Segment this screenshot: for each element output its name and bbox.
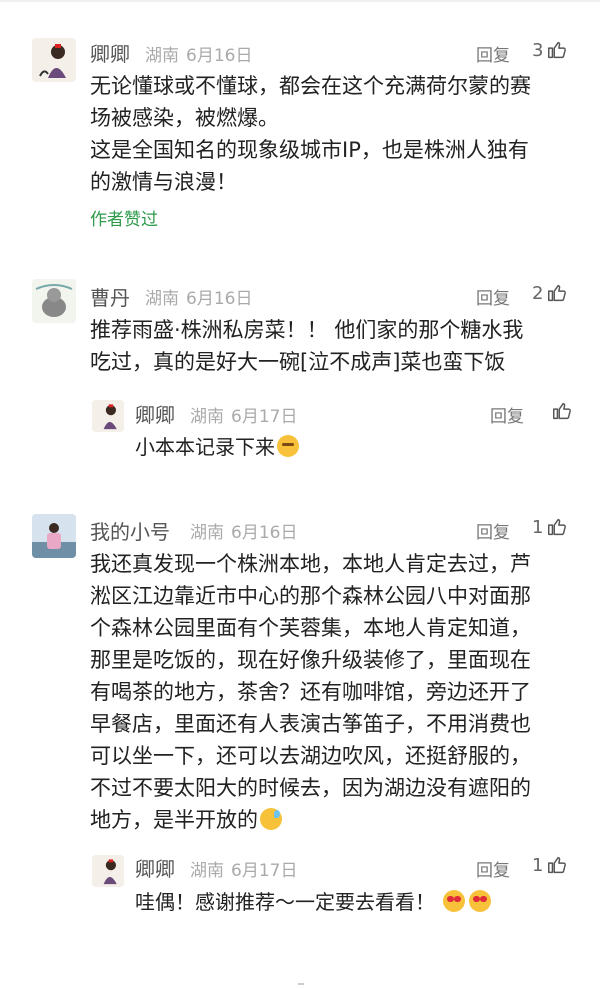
avatar[interactable] — [32, 38, 76, 82]
reply-text: 小本本记录下来 — [135, 431, 575, 463]
text-line: 我还真发现一个株洲本地，本地人肯定去过，芦 — [90, 552, 531, 576]
text-line: 场被感染，被燃爆。 — [90, 106, 279, 130]
reply-user-name[interactable]: 卿卿 — [135, 399, 175, 428]
scroll-indicator — [298, 983, 304, 985]
text-line: 推荐雨盛·株洲私房菜！！ 他们家的那个糖水我 — [90, 318, 524, 342]
avatar[interactable] — [92, 855, 124, 887]
like-count: 3 — [532, 39, 544, 61]
text-line: 早餐店，里面还有人表演古筝笛子，不用消费也 — [90, 712, 531, 736]
reply-date: 6月17日 — [231, 407, 298, 427]
like-button[interactable]: 2 — [532, 282, 568, 304]
like-count: 1 — [532, 854, 544, 876]
user-name[interactable]: 我的小号 — [90, 516, 170, 545]
thumbs-up-icon — [548, 41, 567, 59]
text-line: 个森林公园里面有个芙蓉集，本地人肯定知道， — [90, 616, 531, 640]
thumbs-up-icon — [553, 402, 571, 420]
comment-region: 湖南 — [145, 46, 179, 66]
like-button[interactable]: 3 — [532, 39, 568, 61]
reply-text-content: 小本本记录下来 — [135, 435, 275, 459]
reply-button[interactable]: 回复 — [476, 41, 510, 66]
comment-region: 湖南 — [145, 289, 179, 309]
comment-region: 湖南 — [190, 523, 224, 543]
comment-date: 6月16日 — [186, 46, 253, 66]
heart-eyes-face-icon — [469, 890, 491, 912]
comment-text: 推荐雨盛·株洲私房菜！！ 他们家的那个糖水我 吃过，真的是好大一碗[泣不成声]菜… — [90, 314, 580, 378]
reply-button[interactable]: 回复 — [476, 284, 510, 309]
thumbs-up-icon — [548, 518, 567, 536]
top-divider — [0, 0, 600, 2]
avatar[interactable] — [92, 400, 124, 432]
text-line: 不过不要太阳大的时候去，因为湖边没有遮阳的 — [90, 776, 531, 800]
like-button[interactable] — [548, 400, 573, 422]
comment-text: 无论懂球或不懂球，都会在这个充满荷尔蒙的赛 场被感染，被燃爆。 这是全国知名的现… — [90, 70, 580, 198]
thumbs-up-icon — [548, 856, 567, 874]
reply-button[interactable]: 回复 — [476, 518, 510, 543]
reply-region: 湖南 — [190, 861, 224, 881]
reply-user-name[interactable]: 卿卿 — [135, 853, 175, 882]
user-name[interactable]: 卿卿 — [90, 38, 130, 67]
reply-button[interactable]: 回复 — [490, 402, 524, 427]
like-button[interactable]: 1 — [532, 516, 568, 538]
text-line: 这是全国知名的现象级城市IP，也是株洲人独有 — [90, 138, 529, 162]
reply-button[interactable]: 回复 — [476, 856, 510, 881]
reply-date: 6月17日 — [231, 861, 298, 881]
reply-text: 哇偶！感谢推荐～一定要去看看！ — [135, 886, 575, 918]
author-liked-badge: 作者赞过 — [90, 210, 158, 230]
thinking-face-icon — [277, 435, 299, 457]
like-count: 1 — [532, 516, 544, 538]
text-line: 地方，是半开放的 — [90, 804, 580, 836]
heart-eyes-face-icon — [443, 890, 465, 912]
text-line-content: 地方，是半开放的 — [90, 808, 258, 832]
like-button[interactable]: 1 — [532, 854, 568, 876]
like-count: 2 — [532, 282, 544, 304]
text-line: 的激情与浪漫！ — [90, 170, 237, 194]
reply-region: 湖南 — [190, 407, 224, 427]
reply-text-content: 哇偶！感谢推荐～一定要去看看！ — [135, 890, 435, 914]
comment-date: 6月16日 — [231, 523, 298, 543]
text-line: 吃过，真的是好大一碗[泣不成声]菜也蛮下饭 — [90, 350, 506, 374]
text-line: 无论懂球或不懂球，都会在这个充满荷尔蒙的赛 — [90, 74, 531, 98]
comment-text: 我还真发现一个株洲本地，本地人肯定去过，芦 淞区江边靠近市中心的那个森林公园八中… — [90, 548, 580, 836]
avatar[interactable] — [32, 514, 76, 558]
text-line: 淞区江边靠近市中心的那个森林公园八中对面那 — [90, 584, 531, 608]
comment-date: 6月16日 — [186, 289, 253, 309]
thumbs-up-icon — [548, 284, 567, 302]
text-line: 那里是吃饭的，现在好像升级装修了，里面现在 — [90, 648, 531, 672]
sweat-laugh-face-icon — [260, 808, 282, 830]
avatar[interactable] — [32, 279, 76, 323]
text-line: 有喝茶的地方，茶舍？还有咖啡馆，旁边还开了 — [90, 680, 531, 704]
text-line: 可以坐一下，还可以去湖边吹风，还挺舒服的， — [90, 744, 531, 768]
user-name[interactable]: 曹丹 — [90, 282, 130, 311]
